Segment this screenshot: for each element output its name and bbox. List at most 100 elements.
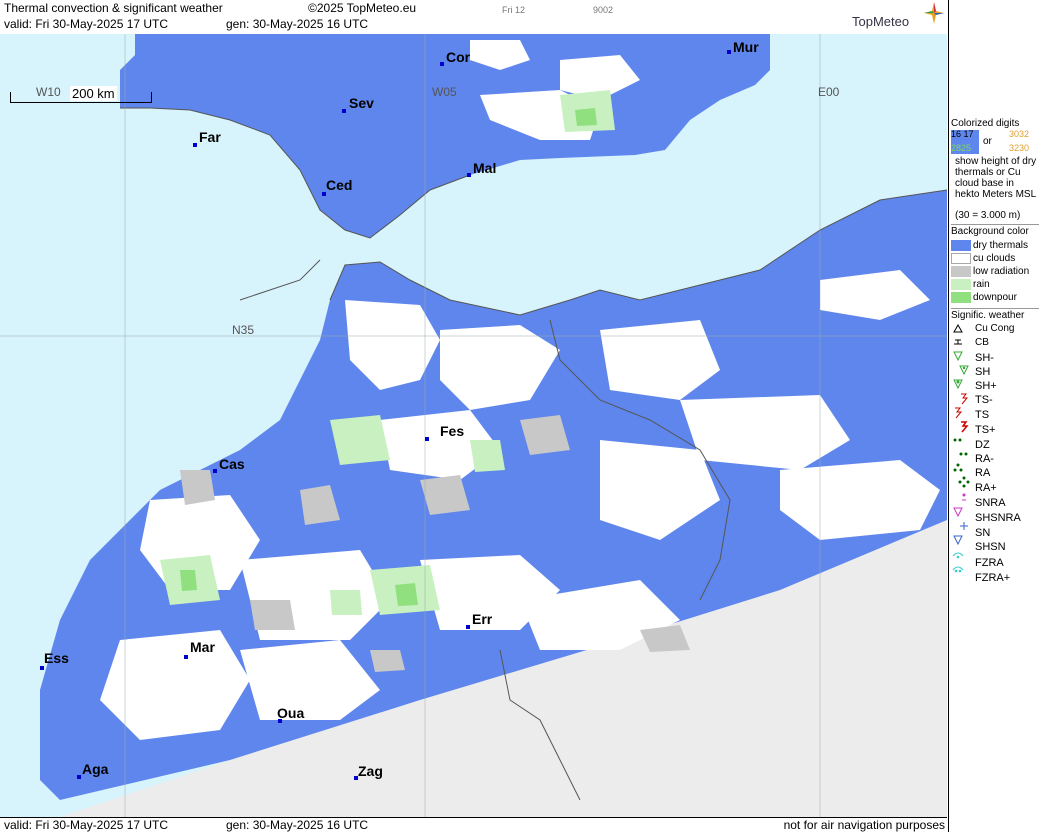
swatch-downpour (951, 292, 971, 303)
legend-wx-cb: CB (975, 337, 989, 348)
city-mur: Mur (733, 39, 759, 55)
city-dot (77, 775, 81, 779)
city-mar: Mar (190, 639, 215, 655)
legend-wx-ra: RA (975, 467, 991, 479)
legend-panel: Colorized digits 16 17 2825 or 3032 3230… (948, 0, 1039, 832)
footer-bar: valid: Fri 30-May-2025 17 UTC gen: 30-Ma… (0, 817, 947, 833)
city-dot (213, 469, 217, 473)
cu-cong-icon (953, 323, 963, 333)
copyright: ©2025 TopMeteo.eu (308, 1, 417, 15)
shower-heavy-icon (953, 379, 963, 390)
legend-sample-b: 2825 (951, 143, 972, 153)
swatch-cu-clouds (951, 253, 971, 264)
footer-generated-time: gen: 30-May-2025 16 UTC (226, 818, 369, 832)
city-cas: Cas (219, 456, 245, 472)
city-dot (193, 143, 197, 147)
shower-snow-icon (953, 535, 963, 546)
city-cor: Cor (446, 49, 471, 65)
shower-light-icon (953, 351, 963, 362)
footer-disclaimer: not for air navigation purposes (783, 818, 945, 832)
city-dot (342, 109, 346, 113)
city-dot (425, 437, 429, 441)
rain-light-icon (959, 452, 968, 456)
thunder-heavy-icon (961, 421, 969, 433)
city-mal: Mal (473, 160, 497, 176)
topmeteo-logo[interactable]: TopMeteo (852, 14, 909, 29)
city-oua: Oua (277, 705, 305, 721)
map-graphic (0, 34, 947, 817)
city-dot (40, 666, 44, 670)
legend-wx-ts: TS (975, 409, 990, 421)
city-sev: Sev (349, 95, 374, 111)
thunder-light-icon (961, 393, 969, 405)
map-title: Thermal convection & significant weather (4, 1, 223, 15)
legend-wx-shsnra: SHSNRA (975, 512, 1021, 524)
swatch-low-radiation (951, 266, 971, 277)
legend-sample-c: 3032 (1009, 129, 1030, 139)
legend-description: show height of dry thermals or Cu cloud … (955, 156, 1037, 200)
grid-label-n35: N35 (232, 323, 255, 337)
footer-valid-time: valid: Fri 30-May-2025 17 UTC (4, 818, 169, 832)
legend-bg-cu: cu clouds (973, 253, 1016, 264)
legend-wx-cucong: Cu Cong (975, 323, 1015, 334)
city-far: Far (199, 129, 221, 145)
legend-wx-sn: SN (975, 527, 991, 539)
snow-rain-icon (962, 493, 966, 501)
city-dot (440, 62, 444, 66)
city-fes: Fes (440, 423, 465, 439)
grid-label-w10: W10 (36, 85, 61, 99)
compass-logo-icon (924, 2, 944, 24)
generated-time: gen: 30-May-2025 16 UTC (226, 17, 369, 31)
cb-icon (954, 339, 962, 345)
city-dot (184, 655, 188, 659)
legend-bg-dry: dry thermals (973, 240, 1029, 251)
legend-or: or (983, 136, 992, 147)
product-code: 9002 (593, 5, 614, 15)
scale-label: 200 km (70, 86, 117, 101)
legend-sample-a: 16 17 (951, 129, 974, 139)
shower-icon (959, 365, 969, 376)
city-ess: Ess (44, 650, 69, 666)
legend-colorized-title: Colorized digits (951, 118, 1020, 129)
legend-example: (30 = 3.000 m) (955, 210, 1021, 221)
drizzle-icon (953, 438, 962, 442)
legend-wx-sh-heavy: SH+ (975, 380, 997, 392)
day-code: Fri 12 (502, 5, 526, 15)
weather-symbols (952, 323, 970, 573)
legend-wx-ra-light: RA- (975, 453, 994, 465)
rain-heavy-icon (958, 476, 970, 488)
city-aga: Aga (82, 761, 109, 777)
legend-wx-snra: SNRA (975, 497, 1006, 509)
header-bar: Thermal convection & significant weather… (0, 0, 947, 34)
legend-sample-d: 3230 (1009, 143, 1030, 153)
shower-snow-rain-icon (953, 507, 963, 518)
grid-label-e00: E00 (818, 85, 840, 99)
legend-bg-title: Background color (951, 226, 1029, 237)
legend-bg-rain: rain (973, 279, 990, 290)
legend-wx-ts-heavy: TS+ (975, 424, 996, 436)
swatch-rain (951, 279, 971, 290)
legend-wx-shsn: SHSN (975, 541, 1006, 553)
city-ced: Ced (326, 177, 353, 193)
valid-time: valid: Fri 30-May-2025 17 UTC (4, 17, 169, 31)
swatch-dry-thermals (951, 240, 971, 251)
grid-label-w05: W05 (432, 85, 457, 99)
freezing-rain-icon (952, 552, 964, 559)
legend-wx-dz: DZ (975, 439, 990, 451)
legend-wx-sh-light: SH- (975, 352, 994, 364)
legend-bg-low: low radiation (973, 266, 1030, 277)
snow-icon (960, 522, 968, 530)
city-zag: Zag (358, 763, 383, 779)
freezing-rain-heavy-icon (952, 566, 964, 573)
city-dot (466, 625, 470, 629)
city-err: Err (472, 611, 493, 627)
legend-wx-fzra: FZRA (975, 557, 1004, 569)
legend-bg-downpour: downpour (973, 292, 1017, 303)
legend-wx-ra-heavy: RA+ (975, 482, 997, 494)
weather-map[interactable]: 200 km W10 W05 E00 N35 Mur Cor Sev Far C… (0, 34, 947, 817)
legend-wx-ts-light: TS- (975, 394, 993, 406)
legend-wx-fzra-heavy: FZRA+ (975, 572, 1011, 584)
city-dot (727, 50, 731, 54)
city-dot (467, 173, 471, 177)
rain-icon (953, 463, 963, 472)
